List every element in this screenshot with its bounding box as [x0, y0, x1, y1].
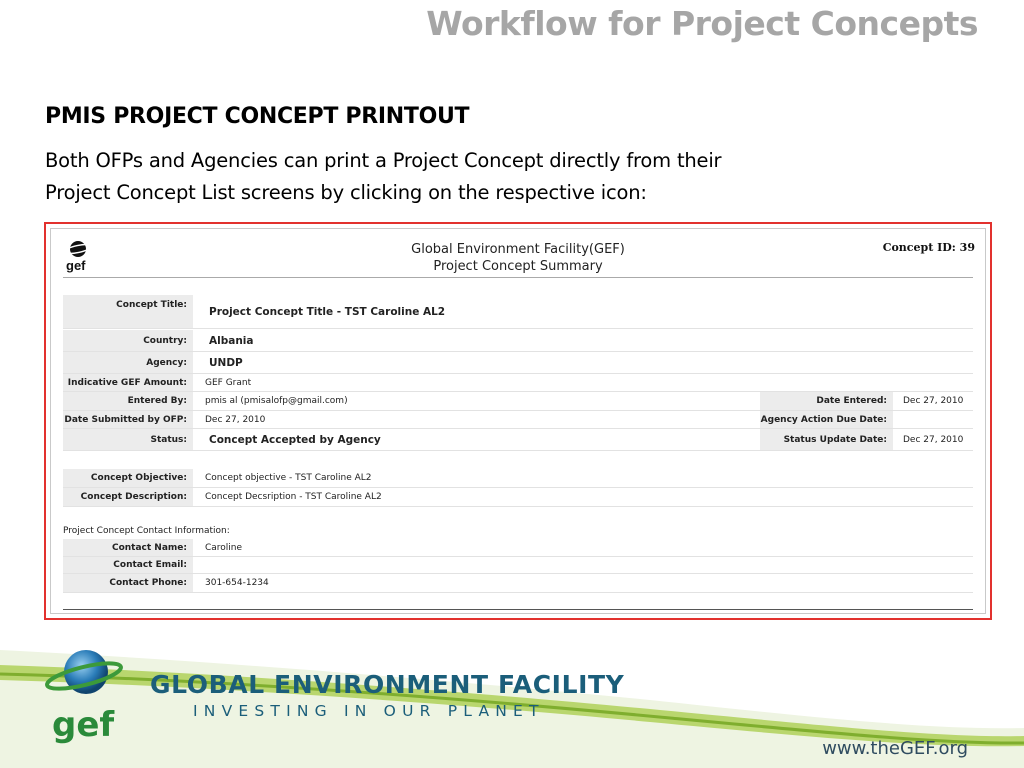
agency-due-label: Agency Action Due Date: — [760, 411, 893, 428]
header-divider — [63, 277, 973, 278]
contact-phone-value: 301-654-1234 — [205, 578, 269, 588]
agency-value: UNDP — [209, 356, 243, 369]
row-status: Status: Concept Accepted by Agency Statu… — [63, 429, 973, 451]
concept-title-label: Concept Title: — [63, 295, 193, 328]
status-update-label: Status Update Date: — [760, 429, 893, 450]
body-paragraph: Both OFPs and Agencies can print a Proje… — [45, 145, 805, 209]
gef-amount-value: GEF Grant — [205, 377, 252, 388]
footer-logo-text: gef — [52, 705, 115, 745]
objective-value: Concept objective - TST Caroline AL2 — [205, 473, 372, 483]
row-country: Country: Albania — [63, 330, 973, 352]
website-link[interactable]: www.theGEF.org — [822, 738, 968, 759]
contact-info-heading: Project Concept Contact Information: — [63, 526, 230, 536]
printout-screenshot: gef Global Environment Facility(GEF) Pro… — [44, 222, 992, 620]
body-line-2: Project Concept List screens by clicking… — [45, 181, 647, 204]
contact-email-label: Contact Email: — [63, 557, 193, 573]
status-update-value: Dec 27, 2010 — [903, 434, 964, 445]
status-value: Concept Accepted by Agency — [209, 433, 381, 446]
row-contact-email: Contact Email: — [63, 557, 973, 574]
objective-label: Concept Objective: — [63, 469, 193, 487]
contact-name-value: Caroline — [205, 542, 243, 553]
row-concept-title: Concept Title: Project Concept Title - T… — [63, 295, 973, 329]
gef-amount-label: Indicative GEF Amount: — [63, 374, 193, 391]
concept-id: Concept ID: 39 — [882, 241, 975, 254]
section-heading: PMIS PROJECT CONCEPT PRINTOUT — [45, 104, 470, 129]
date-submitted-label: Date Submitted by OFP: — [63, 411, 193, 428]
printout-page: gef Global Environment Facility(GEF) Pro… — [50, 228, 986, 614]
gef-globe-logo-icon: gef — [45, 650, 123, 745]
date-entered-label: Date Entered: — [760, 392, 893, 410]
printout-title-line-2: Project Concept Summary — [433, 259, 603, 274]
row-contact-name: Contact Name: Caroline — [63, 539, 973, 557]
row-contact-phone: Contact Phone: 301-654-1234 — [63, 574, 973, 593]
row-agency: Agency: UNDP — [63, 352, 973, 374]
contact-name-label: Contact Name: — [63, 539, 193, 556]
row-date-submitted: Date Submitted by OFP: Dec 27, 2010 Agen… — [63, 411, 973, 429]
entered-by-label: Entered By: — [63, 392, 193, 410]
date-submitted-value: Dec 27, 2010 — [205, 414, 266, 425]
contact-phone-label: Contact Phone: — [63, 574, 193, 592]
printout-title: Global Environment Facility(GEF) Project… — [51, 241, 985, 275]
description-label: Concept Description: — [63, 488, 193, 506]
organization-tagline: INVESTING IN OUR PLANET — [193, 702, 545, 720]
country-value: Albania — [209, 334, 254, 347]
row-objective: Concept Objective: Concept objective - T… — [63, 469, 973, 488]
contact-email-value — [193, 557, 973, 573]
agency-due-value — [893, 411, 973, 428]
description-value: Concept Decsription - TST Caroline AL2 — [205, 492, 382, 502]
row-description: Concept Description: Concept Decsription… — [63, 488, 973, 507]
slide-title: Workflow for Project Concepts — [426, 4, 978, 43]
status-label: Status: — [63, 429, 193, 450]
agency-label: Agency: — [63, 352, 193, 373]
printout-title-line-1: Global Environment Facility(GEF) — [411, 242, 625, 257]
entered-by-value: pmis al (pmisalofp@gmail.com) — [205, 396, 348, 406]
row-entered-by: Entered By: pmis al (pmisalofp@gmail.com… — [63, 392, 973, 411]
date-entered-value: Dec 27, 2010 — [903, 396, 964, 406]
organization-name: GLOBAL ENVIRONMENT FACILITY — [150, 670, 625, 699]
country-label: Country: — [63, 330, 193, 351]
row-gef-amount: Indicative GEF Amount: GEF Grant — [63, 374, 973, 392]
concept-title-value: Project Concept Title - TST Caroline AL2 — [209, 305, 446, 318]
body-line-1: Both OFPs and Agencies can print a Proje… — [45, 149, 722, 172]
